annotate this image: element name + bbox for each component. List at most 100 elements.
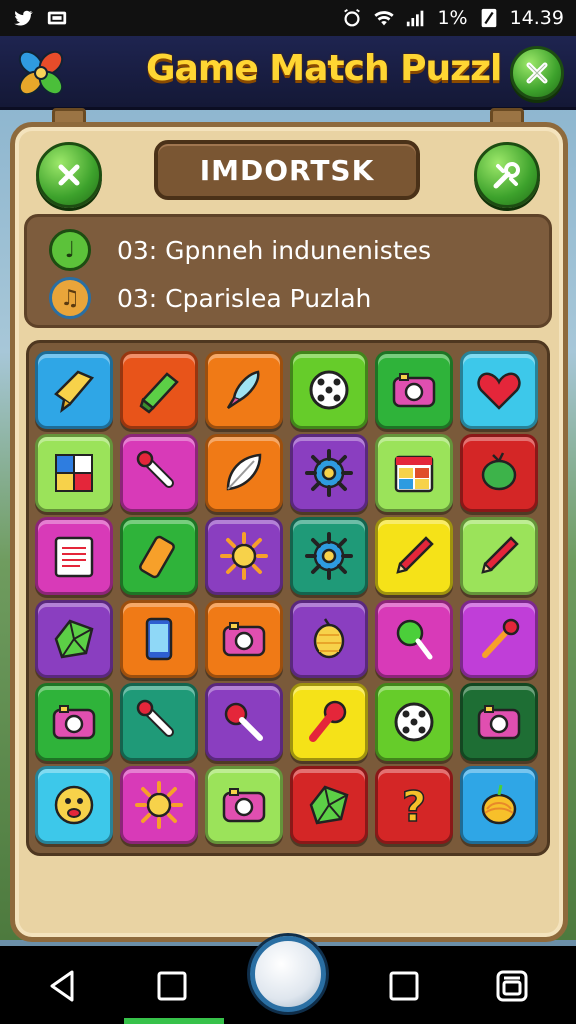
phone-icon bbox=[145, 617, 173, 661]
game-tile[interactable] bbox=[290, 683, 368, 761]
game-tile[interactable] bbox=[35, 434, 113, 512]
clover-leaf-icon[interactable] bbox=[16, 48, 66, 98]
close-icon bbox=[526, 62, 548, 84]
wifi-icon bbox=[374, 11, 395, 26]
recent-apps-icon[interactable] bbox=[152, 966, 192, 1006]
camera-icon bbox=[392, 373, 436, 408]
back-icon[interactable] bbox=[42, 966, 82, 1006]
game-tile[interactable] bbox=[290, 434, 368, 512]
game-tile[interactable] bbox=[460, 351, 538, 429]
home-indicator bbox=[124, 1018, 224, 1024]
fruit-icon bbox=[481, 452, 517, 491]
game-tile[interactable] bbox=[35, 766, 113, 844]
notepad-icon bbox=[54, 536, 94, 578]
objectives-box: ♩ 03: Gpnneh indunenistes ♫ 03: Cparisle… bbox=[24, 214, 552, 328]
game-tile[interactable] bbox=[35, 600, 113, 678]
gear-icon bbox=[305, 532, 353, 580]
quill-icon bbox=[226, 370, 260, 410]
game-tile[interactable] bbox=[290, 766, 368, 844]
game-tile[interactable] bbox=[35, 517, 113, 595]
mail-icon bbox=[47, 11, 67, 25]
game-tile[interactable] bbox=[460, 766, 538, 844]
overview-icon[interactable] bbox=[384, 966, 424, 1006]
svg-text:?: ? bbox=[402, 782, 426, 831]
game-tile[interactable] bbox=[205, 434, 283, 512]
close-button[interactable] bbox=[510, 46, 564, 100]
clock: 14.39 bbox=[509, 7, 564, 29]
switch-icon[interactable] bbox=[492, 966, 532, 1006]
music-note-icon: ♩ bbox=[49, 229, 91, 271]
game-tile[interactable] bbox=[205, 517, 283, 595]
page-title: Game Match Puzzl bbox=[146, 48, 502, 89]
game-tile[interactable] bbox=[120, 683, 198, 761]
dice-icon bbox=[309, 370, 349, 410]
game-tile[interactable] bbox=[375, 600, 453, 678]
close-icon bbox=[58, 164, 80, 186]
game-tile[interactable] bbox=[120, 351, 198, 429]
game-tile[interactable] bbox=[460, 517, 538, 595]
game-tile[interactable] bbox=[120, 434, 198, 512]
color-squares-icon bbox=[55, 454, 93, 492]
game-tile[interactable] bbox=[290, 517, 368, 595]
game-tile[interactable] bbox=[120, 517, 198, 595]
game-tile[interactable] bbox=[205, 683, 283, 761]
game-tile[interactable] bbox=[375, 434, 453, 512]
objective-text: 03: Cparislea Puzlah bbox=[117, 283, 372, 313]
gear-icon bbox=[305, 449, 353, 497]
game-tile[interactable] bbox=[290, 351, 368, 429]
game-tile[interactable] bbox=[375, 351, 453, 429]
brush-icon bbox=[136, 699, 174, 737]
question-icon: ? bbox=[401, 781, 427, 831]
sun-icon bbox=[220, 532, 268, 580]
camera-icon bbox=[477, 705, 521, 740]
feather-icon bbox=[226, 453, 262, 491]
calendar-icon bbox=[394, 455, 434, 493]
game-tile[interactable] bbox=[120, 600, 198, 678]
twitter-icon bbox=[14, 10, 33, 26]
camera-icon bbox=[222, 788, 266, 823]
battery-icon bbox=[481, 8, 496, 28]
heart-icon bbox=[477, 372, 521, 410]
game-tile[interactable] bbox=[35, 351, 113, 429]
game-tile[interactable] bbox=[290, 600, 368, 678]
battery-tile-icon bbox=[139, 535, 175, 579]
home-icon[interactable] bbox=[250, 936, 326, 1012]
camera-icon bbox=[222, 622, 266, 657]
game-tile[interactable]: ? bbox=[375, 766, 453, 844]
alarm-icon bbox=[344, 8, 361, 27]
game-tile[interactable] bbox=[205, 351, 283, 429]
game-tile[interactable] bbox=[205, 766, 283, 844]
gem-icon bbox=[309, 785, 349, 825]
title-bar: Game Match Puzzl bbox=[0, 36, 576, 110]
dice-icon bbox=[394, 702, 434, 742]
smiley-icon bbox=[54, 785, 94, 825]
game-tile[interactable] bbox=[375, 683, 453, 761]
tools-button[interactable] bbox=[474, 142, 540, 208]
ribbon-icon bbox=[54, 370, 95, 413]
game-tile[interactable] bbox=[35, 683, 113, 761]
panel-close-button[interactable] bbox=[36, 142, 102, 208]
book-icon bbox=[139, 372, 179, 414]
game-tile[interactable] bbox=[375, 517, 453, 595]
sun-icon bbox=[135, 781, 183, 829]
game-tile[interactable] bbox=[460, 683, 538, 761]
game-tile[interactable] bbox=[460, 434, 538, 512]
game-tile[interactable] bbox=[460, 600, 538, 678]
game-tile[interactable] bbox=[205, 600, 283, 678]
player-name-plate: IMDORTSK bbox=[154, 140, 420, 200]
tile-grid: ? bbox=[26, 340, 550, 856]
signal-icon bbox=[407, 10, 424, 27]
matchstick-icon bbox=[482, 618, 520, 658]
battery-percent: 1% bbox=[437, 7, 468, 29]
status-bar: 1% 14.39 bbox=[0, 0, 576, 36]
game-tile[interactable] bbox=[120, 766, 198, 844]
camera-icon bbox=[52, 705, 96, 740]
onion-icon bbox=[481, 784, 517, 825]
music-note-icon: ♫ bbox=[49, 277, 91, 319]
objective-row: ♫ 03: Cparislea Puzlah bbox=[49, 277, 371, 319]
lemon-icon bbox=[313, 618, 345, 659]
joystick-icon bbox=[309, 700, 347, 742]
gem-icon bbox=[54, 619, 94, 659]
tools-icon bbox=[493, 162, 520, 189]
key-icon bbox=[224, 702, 263, 741]
